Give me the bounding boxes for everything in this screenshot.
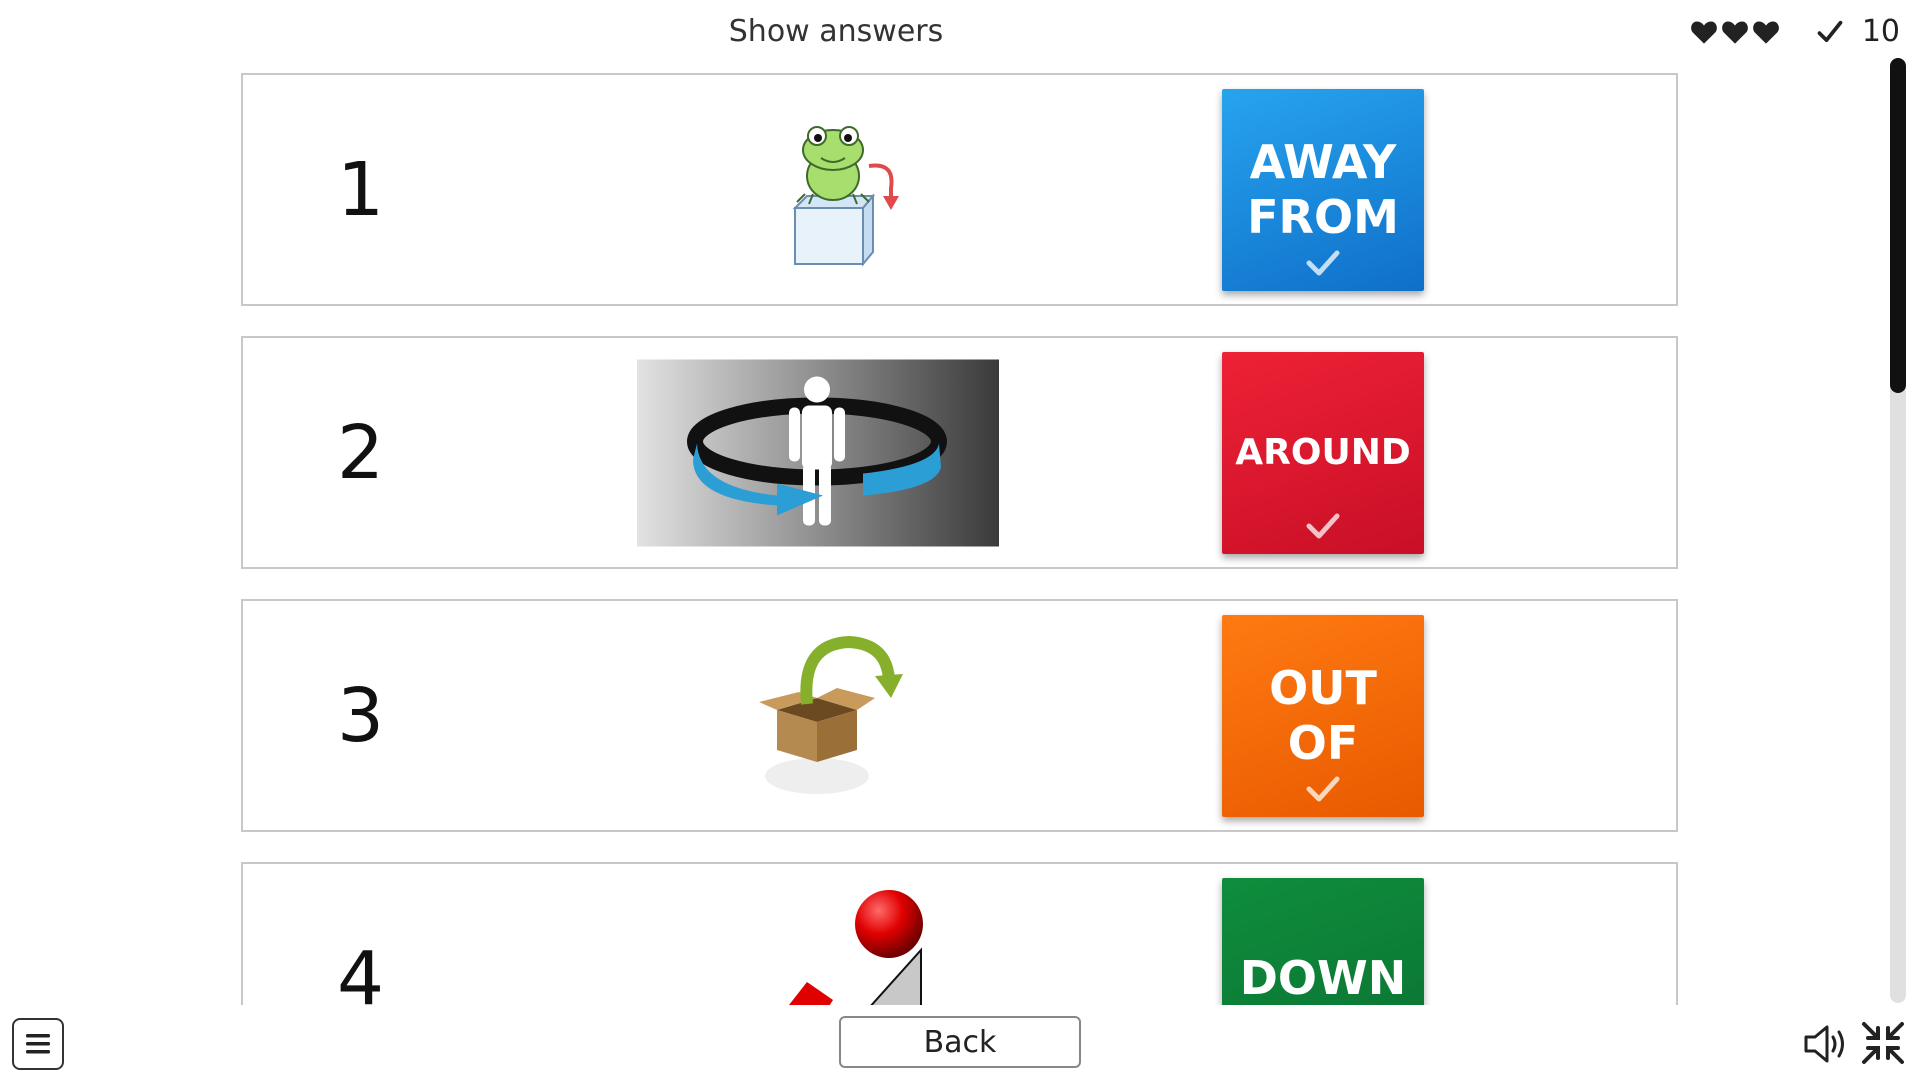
exit-fullscreen-icon [1862,1022,1904,1064]
score-value: 10 [1861,14,1900,49]
status-bar: 10 [1690,14,1900,49]
answer-row-3: 3 OUT OF [241,599,1678,832]
row-number: 4 [337,935,385,1006]
ball-rolling-down-slope-image [771,888,935,1005]
answer-card-out-of[interactable]: OUT OF [1222,615,1424,817]
scrollbar-thumb[interactable] [1890,58,1906,393]
answer-label: DOWN [1239,951,1407,1005]
arrow-out-of-box-image [737,626,907,806]
sound-button[interactable] [1802,1022,1850,1066]
menu-button[interactable] [12,1018,64,1070]
exit-fullscreen-button[interactable] [1860,1020,1906,1066]
heart-icon [1721,21,1748,44]
heart-icon [1752,21,1779,44]
answers-list[interactable]: 1 AWAY FROM 2 AROUND 3 OUT OF 4 DOWN [0,70,1890,1005]
speaker-icon [1804,1025,1844,1063]
back-button[interactable]: Back [839,1016,1081,1068]
answer-card-down[interactable]: DOWN [1222,878,1424,1005]
hamburger-menu-icon [26,1034,50,1054]
frog-jumping-off-ice-cube-image [773,110,903,270]
row-number: 1 [337,146,385,233]
page-title: Show answers [728,14,944,49]
row-number: 2 [337,409,385,496]
quiz-answers-screen: Show answers 10 1 AWAY FROM 2 AROUND 3 O… [0,0,1920,1080]
answer-row-1: 1 AWAY FROM [241,73,1678,306]
checkmark-icon [1306,250,1340,276]
answer-row-2: 2 AROUND [241,336,1678,569]
lives-indicator [1690,19,1780,45]
score-counter: 10 [1816,14,1900,49]
answer-label: OUT OF [1269,660,1377,770]
checkmark-icon [1817,20,1843,42]
answer-row-4: 4 DOWN [241,862,1678,1005]
answer-label: AROUND [1235,432,1411,474]
person-with-arrow-around-image [637,359,999,546]
row-number: 3 [337,672,385,759]
checkmark-icon [1306,513,1340,539]
answer-card-away-from[interactable]: AWAY FROM [1222,89,1424,291]
answer-card-around[interactable]: AROUND [1222,352,1424,554]
answer-label: AWAY FROM [1247,134,1399,244]
heart-icon [1690,21,1717,44]
checkmark-icon [1306,776,1340,802]
scrollbar[interactable] [1890,58,1906,1003]
